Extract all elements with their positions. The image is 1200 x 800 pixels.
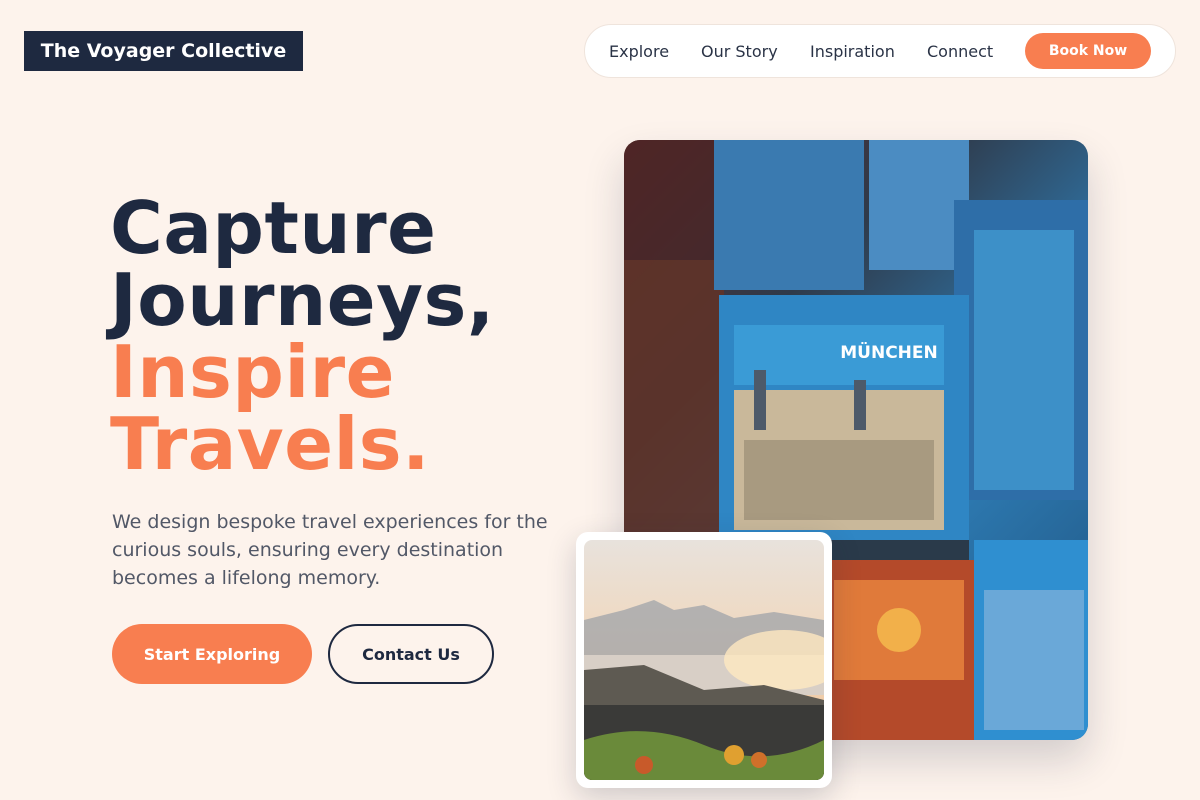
nav-link-explore[interactable]: Explore <box>609 25 669 77</box>
nav-link-our-story[interactable]: Our Story <box>701 25 778 77</box>
start-exploring-button[interactable]: Start Exploring <box>112 624 312 684</box>
munchen-label: MÜNCHEN <box>840 341 938 363</box>
contact-us-button[interactable]: Contact Us <box>328 624 494 684</box>
nav-link-inspiration[interactable]: Inspiration <box>810 25 895 77</box>
brand-logo[interactable]: The Voyager Collective <box>24 31 303 71</box>
nav-link-connect[interactable]: Connect <box>927 25 993 77</box>
book-now-button[interactable]: Book Now <box>1025 33 1151 69</box>
travel-photo-card <box>576 532 832 788</box>
hero-headline: Capture Journeys, Inspire Travels. <box>110 192 495 480</box>
headline-line-4: Travels. <box>110 402 430 486</box>
sunset-illustration <box>584 540 824 780</box>
top-navigation: Explore Our Story Inspiration Connect Bo… <box>584 24 1176 78</box>
brand-name: The Voyager Collective <box>40 40 287 62</box>
sunset-crowd-photo <box>584 540 824 780</box>
headline-line-1: Capture <box>110 186 437 270</box>
hero-description: We design bespoke travel experiences for… <box>112 511 548 589</box>
headline-line-2: Journeys, <box>110 258 495 342</box>
headline-line-3: Inspire <box>110 330 395 414</box>
